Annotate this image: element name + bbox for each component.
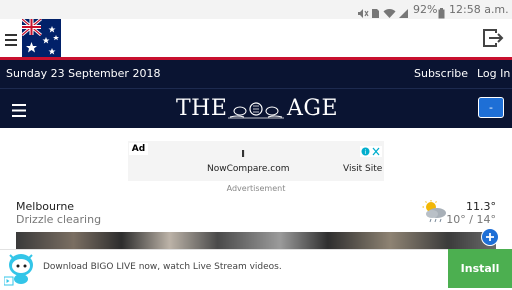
search-button[interactable]: - [478,97,504,118]
ad-glyph: ı [241,146,246,160]
app-toolbar [0,19,512,58]
ad-banner[interactable] [128,141,384,181]
australian-flag-icon [21,17,61,62]
weather-city: Melbourne [16,200,75,213]
logo-the[interactable]: THE [176,96,227,122]
bigo-logo-icon [3,251,36,290]
ad-cta[interactable]: Visit Site [343,164,382,175]
weather-condition: Drizzle clearing [16,213,102,226]
current-date: Sunday 23 September 2018 [6,67,161,80]
logo-crest-icon [228,101,284,123]
current-temperature: 11.3° [466,200,496,213]
login-link[interactable]: Log In [477,67,510,81]
plus-icon[interactable] [481,228,499,250]
battery-percent: 92% [413,3,438,16]
logo-age[interactable]: AGE [287,96,338,122]
install-button[interactable]: Install [448,249,512,288]
clock: 12:58 a.m. [449,3,509,16]
exit-icon[interactable] [482,28,504,52]
svg-text:i: i [364,148,366,156]
ad-label: Ad [129,143,148,155]
advertisement-caption: Advertisement [226,184,286,193]
ad-url: NowCompare.com [207,164,290,174]
masthead-divider [0,88,512,89]
bottom-ad-text: Download BIGO LIVE now, watch Live Strea… [43,262,282,272]
hamburger-menu-icon[interactable] [5,32,17,51]
article-image[interactable] [16,232,496,250]
adchoices-icon[interactable]: i [360,142,382,161]
menu-icon[interactable] [12,102,26,121]
rain-cloud-icon [422,200,448,228]
subscribe-link[interactable]: Subscribe [414,67,468,81]
temperature-range: 10° / 14° [446,213,496,226]
